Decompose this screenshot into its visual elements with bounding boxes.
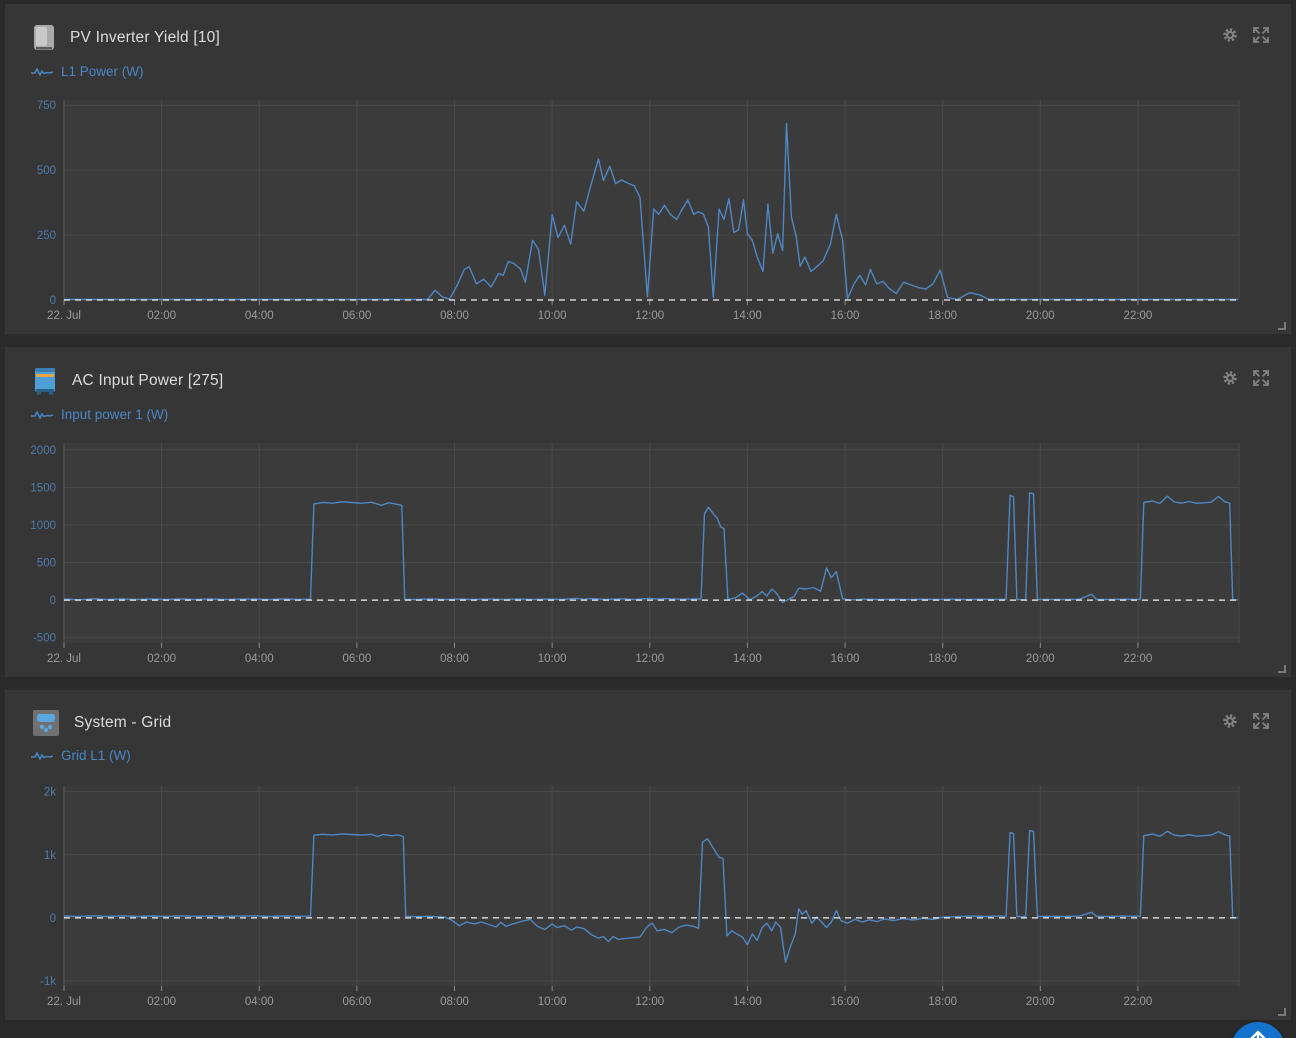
y-tick-label: 2k bbox=[44, 787, 56, 799]
x-tick-label: 18:00 bbox=[928, 996, 957, 1008]
legend-label: L1 Power (W) bbox=[61, 64, 144, 79]
pv-inverter-icon bbox=[34, 25, 54, 50]
chart-panel-pv-inverter-yield: PV Inverter Yield [10] L1 Power (W) 22. … bbox=[5, 4, 1291, 334]
expand-icon[interactable] bbox=[1252, 26, 1270, 44]
x-tick-label: 20:00 bbox=[1026, 653, 1055, 665]
plot-background bbox=[64, 443, 1239, 643]
chart-area[interactable]: 22. Jul 02:00 04:00 06:00 08:00 10:00 12:00 14:… bbox=[5, 778, 1291, 1025]
x-tick-label: 08:00 bbox=[440, 996, 469, 1008]
y-tick-label: 0 bbox=[50, 595, 56, 607]
panel-resize-handle[interactable] bbox=[1278, 665, 1286, 673]
panel-resize-handle[interactable] bbox=[1278, 322, 1286, 330]
legend-label: Grid L1 (W) bbox=[61, 748, 131, 763]
x-tick-label: 14:00 bbox=[733, 310, 762, 322]
x-tick-label: 04:00 bbox=[245, 310, 274, 322]
x-tick-label: 20:00 bbox=[1026, 310, 1055, 322]
legend-item[interactable]: L1 Power (W) bbox=[31, 64, 1291, 79]
gear-icon[interactable] bbox=[1221, 712, 1239, 730]
x-tick-label: 22:00 bbox=[1124, 310, 1153, 322]
x-tick-label: 14:00 bbox=[733, 653, 762, 665]
panel-resize-handle[interactable] bbox=[1278, 1008, 1286, 1016]
legend-item[interactable]: Grid L1 (W) bbox=[31, 748, 1291, 763]
x-tick-label: 10:00 bbox=[538, 653, 567, 665]
series-squiggle-icon bbox=[31, 750, 53, 761]
panel-title: AC Input Power [275] bbox=[72, 372, 224, 389]
x-tick-label: 22. Jul bbox=[47, 996, 81, 1008]
x-tick-label: 08:00 bbox=[440, 653, 469, 665]
y-tick-label: 2000 bbox=[30, 445, 56, 457]
chart-panel-system-grid: System - Grid Grid L1 (W) 22. Jul 02:00 … bbox=[5, 690, 1291, 1020]
panel-title: System - Grid bbox=[74, 714, 172, 731]
gear-icon[interactable] bbox=[1221, 369, 1239, 387]
x-tick-label: 10:00 bbox=[538, 996, 567, 1008]
plot-background bbox=[64, 786, 1239, 986]
dashboard: PV Inverter Yield [10] L1 Power (W) 22. … bbox=[0, 0, 1296, 1038]
y-tick-label: 500 bbox=[37, 558, 56, 570]
x-tick-label: 02:00 bbox=[147, 310, 176, 322]
series-squiggle-icon bbox=[31, 409, 53, 420]
inverter-charger-icon bbox=[35, 368, 55, 395]
x-tick-label: 14:00 bbox=[733, 996, 762, 1008]
expand-icon[interactable] bbox=[1252, 369, 1270, 387]
y-tick-label: 0 bbox=[50, 913, 56, 925]
x-tick-label: 06:00 bbox=[343, 310, 372, 322]
legend-label: Input power 1 (W) bbox=[61, 407, 169, 422]
chart-panel-ac-input-power: AC Input Power [275] Input power 1 (W) 2… bbox=[5, 347, 1291, 677]
y-tick-label: 1500 bbox=[30, 482, 56, 494]
x-tick-label: 12:00 bbox=[635, 653, 664, 665]
x-tick-label: 12:00 bbox=[635, 996, 664, 1008]
pv-inverter-yield-chart-canvas[interactable]: 22. Jul 02:00 04:00 06:00 08:00 10:00 12:00 14:… bbox=[5, 92, 1291, 334]
ac-input-power-chart-canvas[interactable]: 22. Jul 02:00 04:00 06:00 08:00 10:00 12:00 14:… bbox=[5, 435, 1291, 677]
x-tick-label: 12:00 bbox=[635, 310, 664, 322]
x-tick-label: 16:00 bbox=[831, 996, 860, 1008]
arrow-up-icon bbox=[1250, 1030, 1266, 1038]
y-tick-label: 1k bbox=[44, 850, 56, 862]
x-tick-label: 20:00 bbox=[1026, 996, 1055, 1008]
system-grid-chart-canvas[interactable]: 22. Jul 02:00 04:00 06:00 08:00 10:00 12:00 14:… bbox=[5, 778, 1291, 1020]
system-grid-icon bbox=[33, 710, 59, 736]
y-tick-label: 0 bbox=[50, 295, 56, 307]
y-tick-label: 500 bbox=[37, 165, 56, 177]
panel-header: System - Grid Grid L1 (W) bbox=[5, 690, 1291, 778]
x-tick-label: 22. Jul bbox=[47, 310, 81, 322]
x-tick-label: 16:00 bbox=[831, 653, 860, 665]
x-tick-label: 22:00 bbox=[1124, 996, 1153, 1008]
y-tick-label: -1k bbox=[40, 976, 56, 988]
expand-icon[interactable] bbox=[1252, 712, 1270, 730]
y-tick-label: 750 bbox=[37, 100, 56, 112]
panel-header: PV Inverter Yield [10] L1 Power (W) bbox=[5, 4, 1291, 92]
chart-area[interactable]: 22. Jul 02:00 04:00 06:00 08:00 10:00 12:00 14:… bbox=[5, 92, 1291, 339]
gear-icon[interactable] bbox=[1221, 26, 1239, 44]
legend-item[interactable]: Input power 1 (W) bbox=[31, 407, 1291, 422]
x-tick-label: 04:00 bbox=[245, 653, 274, 665]
x-tick-label: 06:00 bbox=[343, 653, 372, 665]
x-tick-label: 22:00 bbox=[1124, 653, 1153, 665]
x-tick-label: 08:00 bbox=[440, 310, 469, 322]
panel-title: PV Inverter Yield [10] bbox=[70, 29, 221, 46]
x-tick-label: 02:00 bbox=[147, 653, 176, 665]
x-tick-label: 10:00 bbox=[538, 310, 567, 322]
panel-header: AC Input Power [275] Input power 1 (W) bbox=[5, 347, 1291, 435]
y-tick-label: 1000 bbox=[30, 520, 56, 532]
x-tick-label: 02:00 bbox=[147, 996, 176, 1008]
x-tick-label: 04:00 bbox=[245, 996, 274, 1008]
x-tick-label: 18:00 bbox=[928, 653, 957, 665]
y-tick-label: 250 bbox=[37, 230, 56, 242]
series-squiggle-icon bbox=[31, 66, 53, 77]
x-tick-label: 22. Jul bbox=[47, 653, 81, 665]
plot-background bbox=[64, 100, 1239, 300]
x-tick-label: 18:00 bbox=[928, 310, 957, 322]
chart-area[interactable]: 22. Jul 02:00 04:00 06:00 08:00 10:00 12:00 14:… bbox=[5, 435, 1291, 682]
x-tick-label: 16:00 bbox=[831, 310, 860, 322]
y-tick-label: -500 bbox=[33, 633, 56, 645]
x-tick-label: 06:00 bbox=[343, 996, 372, 1008]
